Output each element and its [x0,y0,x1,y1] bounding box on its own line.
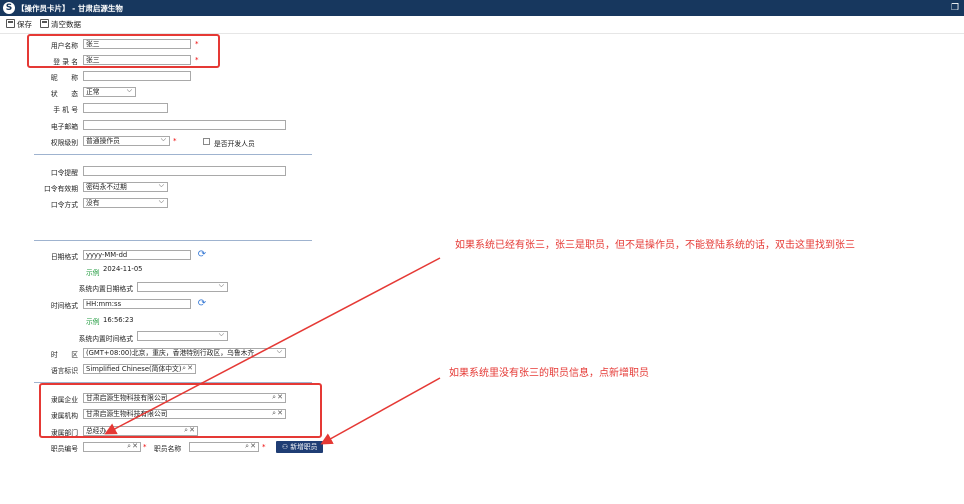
language-input[interactable]: Simplified Chinese(简体中文) ⌕ ✕ [83,364,196,374]
arrow-to-add-employee [320,377,441,445]
search-icon[interactable]: ⌕ [182,365,186,372]
organization-label: 隶属机构 [50,412,78,420]
add-employee-button[interactable]: ⚇ 新增职员 [276,441,324,453]
date-example-value: 2024-11-05 [103,265,143,273]
permission-label: 权限级别 [50,139,78,147]
date-format-input[interactable]: yyyy-MM-dd [83,250,191,260]
department-label: 隶属部门 [50,429,78,437]
clear-icon[interactable]: ✕ [132,443,138,450]
phone-label: 手 机 号 [53,106,78,114]
organization-value: 甘肃启源生物科技有限公司 [86,410,168,418]
permission-select[interactable]: 普通操作员 [83,136,170,146]
timezone-select[interactable]: (GMT+08:00)北京，重庆，香港特别行政区，乌鲁木齐 [83,348,286,358]
required-mark: * [195,56,199,64]
annotation-text-2: 如果系统里没有张三的职员信息，点新增职员 [449,368,649,379]
password-method-label: 口令方式 [50,201,78,209]
section-divider [34,240,312,241]
username-input[interactable]: 张三 [83,39,191,49]
time-example-value: 16:56:23 [103,316,134,324]
refresh-icon[interactable]: ⟳ [197,250,207,260]
password-validity-select[interactable]: 密码永不过期 [83,182,168,192]
date-example-label: 示例 [86,269,100,277]
department-input[interactable]: 总经办 ⌕ ✕ [83,426,198,436]
password-hint-label: 口令提醒 [50,169,78,177]
app-logo-icon: S [3,2,15,14]
phone-input[interactable] [83,103,168,113]
login-name-label: 登 录 名 [53,58,78,66]
company-label: 隶属企业 [50,396,78,404]
username-label: 用户名称 [50,42,78,50]
search-icon[interactable]: ⌕ [272,394,276,401]
language-value: Simplified Chinese(简体中文) [86,365,182,373]
window-titlebar: S 【操作员卡片】 - 甘肃启源生物 ❐ [0,0,964,16]
system-date-format-select[interactable] [137,282,228,292]
password-validity-label: 口令有效期 [44,185,78,193]
add-employee-label: 新增职员 [290,443,318,451]
time-format-label: 时间格式 [50,302,78,310]
save-button[interactable]: 保存 [6,19,32,31]
timezone-label: 时 区 [50,351,78,359]
save-icon [6,19,15,28]
system-time-format-select[interactable] [137,331,228,341]
annotation-text-1: 如果系统已经有张三，张三是职员，但不是操作员，不能登陆系统的话，双击这里找到张三 [455,240,855,251]
system-date-format-label: 系统内置日期格式 [78,285,133,293]
clear-icon[interactable]: ✕ [277,394,283,401]
is-developer-checkbox[interactable] [203,138,210,145]
company-input[interactable]: 甘肃启源生物科技有限公司 ⌕ ✕ [83,393,286,403]
nickname-input[interactable] [83,71,191,81]
status-select[interactable]: 正常 [83,87,136,97]
required-mark: * [195,40,199,48]
nickname-label: 昵 称 [50,74,78,82]
section-divider [34,382,312,383]
email-input[interactable] [83,120,286,130]
employee-number-input[interactable]: ⌕ ✕ [83,442,141,452]
clear-icon[interactable]: ✕ [187,365,193,372]
search-icon[interactable]: ⌕ [272,410,276,417]
time-example-label: 示例 [86,318,100,326]
clear-label: 清空数据 [51,20,81,29]
clear-icon[interactable]: ✕ [189,427,195,434]
employee-name-label: 职员名称 [154,445,182,453]
language-label: 语言标识 [50,367,78,375]
login-name-input[interactable]: 张三 [83,55,191,65]
refresh-icon[interactable]: ⟳ [197,299,207,309]
required-mark: * [173,137,177,145]
search-icon[interactable]: ⌕ [245,443,249,450]
time-format-input[interactable]: HH:mm:ss [83,299,191,309]
status-label: 状 态 [50,90,78,98]
search-icon[interactable]: ⌕ [127,443,131,450]
clear-icon [40,19,49,28]
search-icon[interactable]: ⌕ [184,427,188,434]
clear-icon[interactable]: ✕ [277,410,283,417]
system-time-format-label: 系统内置时间格式 [78,335,133,343]
toolbar: 保存 清空数据 [0,16,964,34]
restore-icon[interactable]: ❐ [950,3,960,13]
password-hint-input[interactable] [83,166,286,176]
date-format-label: 日期格式 [50,253,78,261]
password-method-select[interactable]: 没有 [83,198,168,208]
required-mark: * [143,443,147,451]
organization-input[interactable]: 甘肃启源生物科技有限公司 ⌕ ✕ [83,409,286,419]
clear-data-button[interactable]: 清空数据 [40,19,81,31]
company-value: 甘肃启源生物科技有限公司 [86,394,168,402]
is-developer-label: 是否开发人员 [214,140,255,148]
department-value: 总经办 [86,427,107,435]
employee-number-label: 职员编号 [50,445,78,453]
email-label: 电子邮箱 [50,123,78,131]
section-divider [34,154,312,155]
required-mark: * [262,443,266,451]
employee-name-input[interactable]: ⌕ ✕ [189,442,259,452]
clear-icon[interactable]: ✕ [250,443,256,450]
window-title: 【操作员卡片】 - 甘肃启源生物 [17,4,123,13]
save-label: 保存 [17,20,32,29]
